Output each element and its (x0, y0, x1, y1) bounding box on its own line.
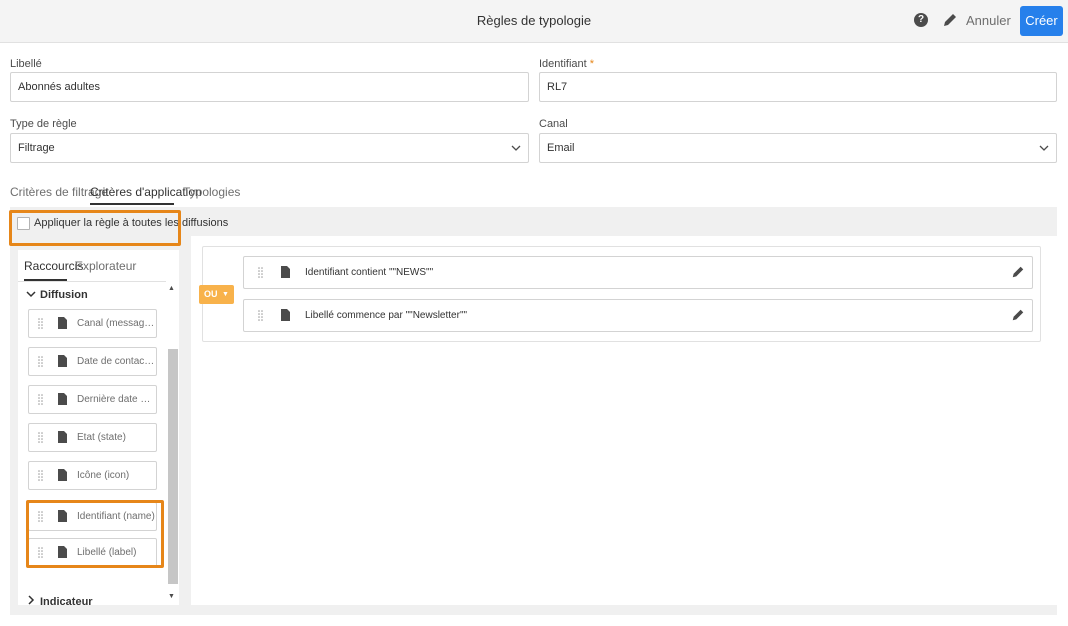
rule-item[interactable]: Identifiant contient ""NEWS"" (243, 256, 1033, 289)
field-item-label: Etat (state) (77, 432, 126, 443)
type-regle-value: Filtrage (18, 142, 55, 154)
canal-select[interactable]: Email (539, 133, 1057, 163)
pencil-icon[interactable] (942, 12, 958, 28)
drag-handle-icon (38, 432, 43, 443)
scrollbar-thumb[interactable] (168, 349, 178, 584)
document-icon (281, 309, 290, 321)
page-title: Règles de typologie (476, 13, 592, 28)
field-item-date-contact[interactable]: Date de contact (co... (28, 347, 157, 376)
field-item-label: Date de contact (co... (77, 356, 155, 367)
drag-handle-icon (38, 394, 43, 405)
field-item-etat[interactable]: Etat (state) (28, 423, 157, 452)
tab-explorateur[interactable]: Explorateur (75, 259, 136, 273)
cancel-button[interactable]: Annuler (966, 13, 1011, 28)
document-icon (58, 317, 67, 329)
libelle-label: Libellé (10, 58, 42, 70)
document-icon (281, 266, 290, 278)
type-regle-label: Type de règle (10, 118, 77, 130)
drag-handle-icon (38, 547, 43, 558)
type-regle-select[interactable]: Filtrage (10, 133, 529, 163)
active-tab-indicator (90, 203, 174, 205)
required-marker: * (589, 58, 595, 70)
header-bar: Règles de typologie ? Annuler Créer (0, 0, 1068, 43)
operator-label: OU (204, 289, 218, 299)
rule-item[interactable]: Libellé commence par ""Newsletter"" (243, 299, 1033, 332)
field-item-label: Dernière date de co... (77, 394, 155, 405)
drag-handle-icon (258, 267, 263, 278)
rule-text: Identifiant contient ""NEWS"" (305, 267, 434, 278)
drag-handle-icon (38, 318, 43, 329)
pencil-icon[interactable] (1011, 265, 1025, 279)
group-diffusion-label: Diffusion (40, 289, 88, 301)
field-item-canal[interactable]: Canal (messageTyp... (28, 309, 157, 338)
chevron-down-icon (511, 145, 521, 151)
chevron-right-icon (28, 595, 35, 605)
apply-all-highlight (9, 210, 181, 246)
chevron-down-icon (1039, 145, 1049, 151)
group-indicateur[interactable]: Indicateur (26, 595, 93, 608)
drag-handle-icon (38, 511, 43, 522)
field-item-label: Canal (messageTyp... (77, 318, 155, 329)
rule-text: Libellé commence par ""Newsletter"" (305, 310, 468, 321)
drag-handle-icon (38, 470, 43, 481)
group-indicateur-label: Indicateur (40, 596, 93, 608)
field-item-label: Libellé (label) (77, 547, 137, 558)
document-icon (58, 546, 67, 558)
field-item-libelle[interactable]: Libellé (label) (28, 538, 157, 567)
caret-down-icon: ▼ (222, 291, 229, 298)
pencil-icon[interactable] (1011, 308, 1025, 322)
create-button[interactable]: Créer (1020, 6, 1063, 36)
field-item-label: Identifiant (name) (77, 511, 155, 522)
field-item-identifiant[interactable]: Identifiant (name) (28, 502, 157, 531)
chevron-down-icon (26, 291, 36, 298)
help-icon[interactable]: ? (914, 13, 928, 27)
canal-value: Email (547, 142, 575, 154)
group-diffusion[interactable]: Diffusion (26, 289, 88, 301)
tab-typologies[interactable]: Typologies (183, 185, 240, 199)
identifiant-input[interactable]: RL7 (539, 72, 1057, 102)
identifiant-label: Identifiant * (539, 58, 595, 70)
operator-badge[interactable]: OU ▼ (199, 285, 234, 304)
document-icon (58, 431, 67, 443)
document-icon (58, 510, 67, 522)
divider (18, 281, 166, 282)
scroll-down-arrow-icon[interactable]: ▼ (168, 593, 175, 600)
field-item-derniere-date[interactable]: Dernière date de co... (28, 385, 157, 414)
document-icon (58, 469, 67, 481)
document-icon (58, 355, 67, 367)
canal-label: Canal (539, 118, 568, 130)
libelle-input[interactable]: Abonnés adultes (10, 72, 529, 102)
drag-handle-icon (38, 356, 43, 367)
scroll-up-arrow-icon[interactable]: ▲ (168, 285, 175, 292)
field-item-icone[interactable]: Icône (icon) (28, 461, 157, 490)
drag-handle-icon (258, 310, 263, 321)
field-item-label: Icône (icon) (77, 470, 130, 481)
document-icon (58, 393, 67, 405)
